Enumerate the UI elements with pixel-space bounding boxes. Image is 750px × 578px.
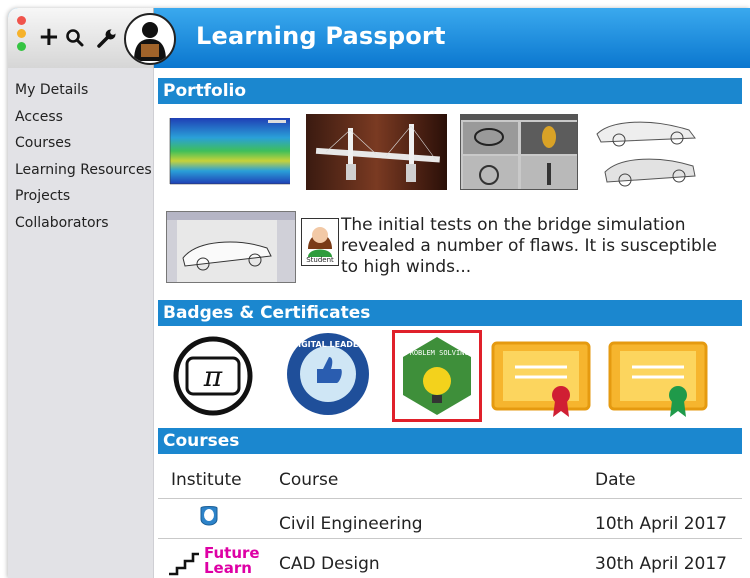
- row-divider: [158, 538, 742, 539]
- minimize-window-button[interactable]: [17, 29, 26, 38]
- portfolio-thumb-bridge[interactable]: [306, 114, 447, 190]
- table-row-date: 10th April 2017: [595, 514, 727, 534]
- app-title: Learning Passport: [196, 22, 446, 50]
- student-avatar-label: Student: [306, 256, 334, 264]
- portfolio-header: Portfolio: [158, 78, 742, 104]
- sidebar-item-collaborators[interactable]: Collaborators: [8, 213, 153, 240]
- open-university-logo: [198, 505, 220, 533]
- student-avatar: Student: [301, 218, 339, 266]
- plus-icon[interactable]: +: [38, 22, 60, 52]
- digital-leader-badge[interactable]: DIGITAL LEADER: [285, 331, 371, 417]
- table-row-course[interactable]: Civil Engineering: [279, 514, 423, 534]
- user-avatar[interactable]: [124, 13, 176, 65]
- future-learn-logo: Future Learn: [167, 546, 260, 578]
- certificate-green[interactable]: [608, 339, 708, 419]
- search-icon[interactable]: [65, 28, 85, 52]
- courses-header: Courses: [158, 428, 742, 454]
- portfolio-thumb-car-sketch[interactable]: [591, 112, 703, 194]
- problem-solving-badge[interactable]: PROBLEM SOLVING: [392, 330, 482, 422]
- close-window-button[interactable]: [17, 16, 26, 25]
- problem-solving-label: PROBLEM SOLVING: [405, 349, 468, 357]
- sidebar-item-my-details[interactable]: My Details: [8, 80, 153, 107]
- pi-badge-label: π: [203, 360, 223, 393]
- digital-leader-label: DIGITAL LEADER: [291, 340, 364, 349]
- future-learn-text: Future Learn: [204, 544, 260, 577]
- table-row-course[interactable]: CAD Design: [279, 554, 380, 574]
- sidebar-item-learning-resources[interactable]: Learning Resources: [8, 160, 153, 187]
- column-institute: Institute: [171, 470, 242, 490]
- sidebar-item-courses[interactable]: Courses: [8, 133, 153, 160]
- table-row-date: 30th April 2017: [595, 554, 727, 574]
- portfolio-note: The initial tests on the bridge simulati…: [341, 215, 717, 277]
- badges-header: Badges & Certificates: [158, 300, 742, 326]
- sidebar-item-projects[interactable]: Projects: [8, 186, 153, 213]
- column-course: Course: [279, 470, 339, 490]
- pi-badge[interactable]: π: [173, 336, 253, 416]
- zoom-window-button[interactable]: [17, 42, 26, 51]
- portfolio-thumb-cad-ring[interactable]: [460, 114, 578, 190]
- sidebar-item-access[interactable]: Access: [8, 107, 153, 134]
- app-window: + Learning Passport My Details Access Co…: [8, 8, 750, 578]
- portfolio-thumb-car-cad[interactable]: [166, 211, 296, 283]
- column-date: Date: [595, 470, 636, 490]
- sidebar: My Details Access Courses Learning Resou…: [8, 68, 154, 578]
- certificate-red[interactable]: [491, 339, 591, 419]
- wrench-icon[interactable]: [96, 27, 118, 53]
- row-divider: [158, 498, 742, 499]
- portfolio-thumb-heatmap[interactable]: [164, 114, 294, 196]
